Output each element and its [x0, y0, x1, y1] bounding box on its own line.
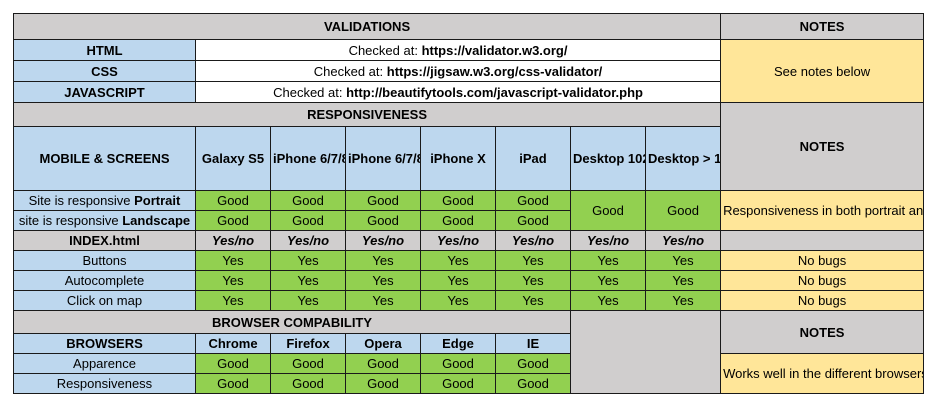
yes-no-header: Yes/no [570, 230, 646, 251]
feature-value: Yes [420, 250, 496, 271]
browser-name: Opera [345, 333, 421, 354]
portrait-value: Good [345, 190, 421, 211]
validation-label-javascript: JAVASCRIPT [13, 81, 196, 103]
browser-row-label-responsiveness: Responsiveness [13, 373, 196, 394]
feature-value: Yes [270, 270, 346, 291]
portrait-value: Good [495, 190, 571, 211]
desktop-1024-value: Good [570, 190, 646, 231]
validation-label-css: CSS [13, 60, 196, 82]
feature-value: Yes [345, 270, 421, 291]
feature-value: Yes [495, 270, 571, 291]
feature-value: Yes [644, 250, 722, 271]
browser-note: Works well in the different browsers. [720, 353, 925, 394]
feature-note: No bugs [720, 270, 925, 291]
landscape-value: Good [420, 210, 496, 231]
feature-label-buttons: Buttons [13, 250, 196, 271]
browser-row-label-apparence: Apparence [13, 353, 196, 374]
yes-no-header: Yes/no [195, 230, 271, 251]
validations-notes-title: NOTES [720, 13, 925, 40]
index-notes-empty [720, 230, 925, 251]
feature-value: Yes [270, 290, 346, 311]
validator-link-css[interactable]: https://jigsaw.w3.org/css-validator/ [387, 64, 603, 79]
desktop-large-value: Good [644, 190, 722, 231]
feature-label-click-on-map: Click on map [13, 290, 196, 311]
feature-value: Yes [345, 250, 421, 271]
browsers-header: BROWSERS [13, 333, 196, 354]
feature-note: No bugs [720, 290, 925, 311]
feature-value: Yes [195, 250, 271, 271]
device-header: iPhone 6/7/8 plus [345, 126, 421, 191]
validation-sheet: VALIDATIONS NOTES HTML Checked at: https… [12, 13, 925, 394]
landscape-value: Good [495, 210, 571, 231]
validation-check-css: Checked at: https://jigsaw.w3.org/css-va… [194, 60, 722, 82]
portrait-value: Good [420, 190, 496, 211]
feature-note: No bugs [720, 250, 925, 271]
yes-no-header: Yes/no [644, 230, 722, 251]
browser-name: IE [495, 333, 571, 354]
browser-name: Chrome [195, 333, 271, 354]
browser-value: Good [495, 353, 571, 374]
portrait-value: Good [270, 190, 346, 211]
feature-value: Yes [420, 290, 496, 311]
feature-value: Yes [420, 270, 496, 291]
feature-value: Yes [195, 290, 271, 311]
portrait-value: Good [195, 190, 271, 211]
feature-value: Yes [570, 290, 646, 311]
device-header: Desktop 1024px [570, 126, 646, 191]
browser-name: Firefox [270, 333, 346, 354]
feature-value: Yes [495, 290, 571, 311]
landscape-value: Good [195, 210, 271, 231]
browser-value: Good [495, 373, 571, 394]
feature-value: Yes [644, 270, 722, 291]
device-header: Galaxy S5 [195, 126, 271, 191]
browser-value: Good [420, 353, 496, 374]
feature-value: Yes [644, 290, 722, 311]
feature-value: Yes [570, 270, 646, 291]
validations-title: VALIDATIONS [12, 13, 722, 40]
landscape-value: Good [270, 210, 346, 231]
validation-check-javascript: Checked at: http://beautifytools.com/jav… [194, 81, 722, 103]
device-header: iPhone X [420, 126, 496, 191]
index-html-label: INDEX.html [13, 230, 196, 251]
device-header: Desktop > 1024px [644, 126, 722, 191]
yes-no-header: Yes/no [270, 230, 346, 251]
feature-value: Yes [270, 250, 346, 271]
feature-value: Yes [345, 290, 421, 311]
browser-compability-title: BROWSER COMPABILITY [13, 310, 571, 334]
browser-value: Good [195, 353, 271, 374]
responsiveness-title: RESPONSIVENESS [12, 102, 722, 127]
browser-empty-area [569, 310, 722, 394]
validator-link-javascript[interactable]: http://beautifytools.com/javascript-vali… [346, 85, 643, 100]
browser-name: Edge [420, 333, 496, 354]
device-header: iPad [495, 126, 571, 191]
browser-value: Good [270, 373, 346, 394]
browser-value: Good [420, 373, 496, 394]
feature-value: Yes [195, 270, 271, 291]
feature-value: Yes [570, 250, 646, 271]
validation-label-html: HTML [13, 39, 196, 61]
browser-value: Good [345, 353, 421, 374]
browser-value: Good [345, 373, 421, 394]
responsiveness-note: Responsiveness in both portrait and land… [720, 190, 925, 231]
yes-no-header: Yes/no [345, 230, 421, 251]
browser-value: Good [195, 373, 271, 394]
yes-no-header: Yes/no [420, 230, 496, 251]
landscape-value: Good [345, 210, 421, 231]
feature-label-autocomplete: Autocomplete [13, 270, 196, 291]
mobile-screens-header: MOBILE & SCREENS [13, 126, 196, 191]
feature-value: Yes [495, 250, 571, 271]
yes-no-header: Yes/no [495, 230, 571, 251]
browser-value: Good [270, 353, 346, 374]
responsiveness-notes-title: NOTES [720, 102, 925, 191]
validation-check-html: Checked at: https://validator.w3.org/ [194, 39, 722, 61]
portrait-label: Site is responsive Portrait [13, 190, 196, 211]
landscape-label: site is responsive Landscape [13, 210, 196, 231]
validations-note: See notes below [720, 39, 925, 103]
validator-link-html[interactable]: https://validator.w3.org/ [422, 43, 568, 58]
device-header: iPhone 6/7/8 [270, 126, 346, 191]
browser-notes-title: NOTES [720, 310, 925, 354]
